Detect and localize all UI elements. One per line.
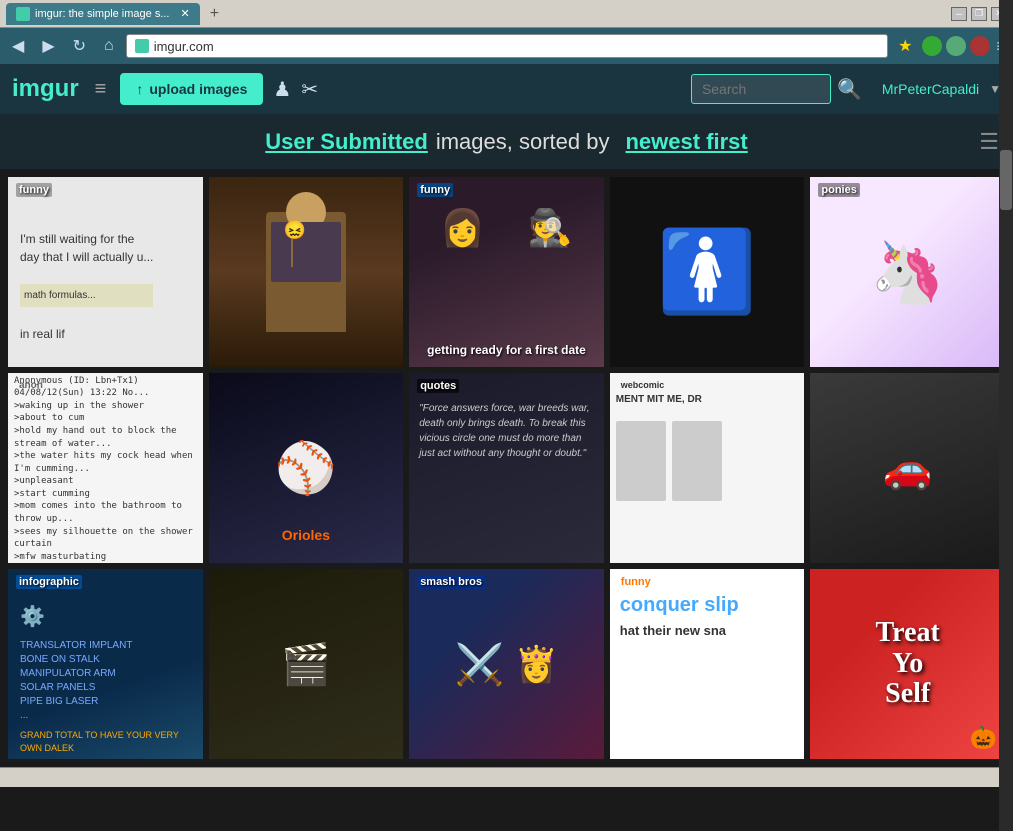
gallery-item-6[interactable]: anon Anonymous (ID: Lbn+Tx1) 04/08/12(Su…: [8, 373, 203, 563]
hero-strip: User Submitted images, sorted by newest …: [0, 114, 1013, 169]
gallery-img-4: 🚺: [610, 177, 805, 367]
gallery-text-6: Anonymous (ID: Lbn+Tx1) 04/08/12(Sun) 13…: [14, 375, 197, 563]
ext-icon-2[interactable]: [946, 36, 966, 56]
gallery-item-9[interactable]: webcomic MENT MIT ME, DR: [610, 373, 805, 563]
gallery-img-2: 😖: [209, 177, 404, 367]
newest-first-link[interactable]: newest first: [625, 129, 747, 155]
gallery-img-8: quotes "Force answers force, war breeds …: [409, 373, 604, 563]
tab-title: imgur: the simple image s...: [35, 8, 170, 20]
imgur-logo: imgur: [12, 75, 79, 103]
gallery-img-9: webcomic MENT MIT ME, DR: [610, 373, 805, 563]
search-icon[interactable]: 🔍: [837, 77, 862, 102]
gallery-item-4[interactable]: 🚺: [610, 177, 805, 367]
extension-icons: [922, 36, 990, 56]
upload-icon: ↑: [136, 81, 143, 97]
image-gallery: funny I'm still waiting for theday that …: [0, 169, 1013, 767]
gallery-item-14[interactable]: funny conquer slip hat their new sna: [610, 569, 805, 759]
scrollbar-thumb[interactable]: [1000, 150, 1012, 210]
gallery-item-10[interactable]: 🚗: [810, 373, 1005, 563]
gallery-img-10: 🚗: [810, 373, 1005, 563]
home-button[interactable]: ⌂: [98, 35, 120, 57]
tab-close[interactable]: ✕: [181, 7, 190, 20]
gallery-img-3: funny getting ready for a first date 👩 🕵…: [409, 177, 604, 367]
ext-icon-1[interactable]: [922, 36, 942, 56]
address-bar[interactable]: imgur.com: [126, 34, 888, 58]
list-view-icon[interactable]: ☰: [979, 129, 999, 155]
window-chrome: imgur: the simple image s... ✕ + ─ ❐ ✕: [0, 0, 1013, 28]
gallery-item-12[interactable]: 🎬: [209, 569, 404, 759]
pumpkin-icon: 🎃: [970, 725, 997, 751]
car-icon: 🚗: [883, 445, 933, 492]
gallery-img-13: smash bros ⚔️ 👸: [409, 569, 604, 759]
gallery-item-1[interactable]: funny I'm still waiting for theday that …: [8, 177, 203, 367]
minimize-button[interactable]: ─: [951, 7, 967, 21]
browser-tab[interactable]: imgur: the simple image s... ✕: [6, 3, 200, 25]
gallery-item-2[interactable]: 😖: [209, 177, 404, 367]
baseball-icon: ⚾: [275, 439, 337, 498]
gallery-item-11[interactable]: infographic ⚙️ TRANSLATOR IMPLANTBONE ON…: [8, 569, 203, 759]
gallery-tag-8: quotes: [417, 379, 459, 393]
gallery-img-15: TreatYoSelf 🎃: [810, 569, 1005, 759]
treat-yo-self-text: TreatYoSelf: [876, 618, 940, 710]
gallery-tag-5: ponies: [818, 183, 859, 197]
gallery-item-8[interactable]: quotes "Force answers force, war breeds …: [409, 373, 604, 563]
address-favicon: [135, 39, 149, 53]
gallery-tag-9: webcomic: [618, 379, 668, 391]
gallery-tag-6: anon: [16, 379, 46, 392]
gallery-item-11-overlay: infographic ⚙️ TRANSLATOR IMPLANTBONE ON…: [8, 569, 203, 759]
gallery-tag-14: funny: [618, 575, 654, 589]
movie-icon: 🎬: [281, 641, 331, 688]
navigation-bar: ◀ ▶ ↻ ⌂ imgur.com ★ ≡: [0, 28, 1013, 64]
gallery-text-11: ⚙️ TRANSLATOR IMPLANTBONE ON STALKMANIPU…: [20, 603, 191, 754]
username[interactable]: MrPeterCapaldi: [882, 81, 979, 97]
url-text: imgur.com: [154, 39, 214, 54]
gallery-tag-11: infographic: [16, 575, 82, 589]
treat-yo-self-container: TreatYoSelf: [876, 618, 940, 710]
new-tab-button[interactable]: +: [210, 5, 219, 23]
gallery-img-14: funny conquer slip hat their new sna: [610, 569, 805, 759]
ext-icon-3[interactable]: [970, 36, 990, 56]
user-submitted-link[interactable]: User Submitted: [265, 129, 428, 155]
scrollbar[interactable]: [999, 0, 1013, 831]
reload-button[interactable]: ↻: [67, 34, 92, 58]
shuffle-icon[interactable]: ✂: [301, 77, 318, 102]
gallery-tag-1: funny: [16, 183, 52, 197]
gallery-item-5[interactable]: ponies 🦄: [810, 177, 1005, 367]
bookmark-button[interactable]: ★: [898, 36, 912, 56]
gallery-img-5: 🦄: [810, 177, 1005, 367]
gallery-figures-13: ⚔️ 👸: [409, 569, 604, 759]
gallery-item-13[interactable]: smash bros ⚔️ 👸: [409, 569, 604, 759]
tab-bar: imgur: the simple image s... ✕ +: [6, 3, 219, 25]
silhouette-figure: 🚺: [657, 225, 757, 319]
hamburger-menu[interactable]: ≡: [95, 78, 107, 101]
back-button[interactable]: ◀: [6, 34, 30, 58]
pony-emoji: 🦄: [870, 237, 945, 308]
gallery-img-12: 🎬: [209, 569, 404, 759]
gallery-tag-13: smash bros: [417, 575, 485, 589]
status-bar: [0, 767, 1013, 787]
gallery-item-1-overlay: funny I'm still waiting for theday that …: [8, 177, 203, 367]
gallery-tag-3: funny: [417, 183, 453, 197]
orioles-text: Orioles: [282, 527, 330, 543]
hero-plain-text: images, sorted by: [436, 129, 610, 155]
gallery-text-9: MENT MIT ME, DR: [610, 373, 805, 521]
search-input[interactable]: [691, 74, 831, 104]
gallery-item-7[interactable]: ⚾ Orioles: [209, 373, 404, 563]
upload-label: upload images: [149, 81, 247, 97]
upload-button[interactable]: ↑ upload images: [120, 73, 263, 105]
restore-button[interactable]: ❐: [971, 7, 987, 21]
gallery-item-15[interactable]: TreatYoSelf 🎃: [810, 569, 1005, 759]
search-area: 🔍: [691, 74, 862, 104]
user-nav-icon[interactable]: ♟: [273, 77, 291, 102]
gallery-item-6-overlay: anon Anonymous (ID: Lbn+Tx1) 04/08/12(Su…: [8, 373, 203, 563]
gallery-text-1: I'm still waiting for theday that I will…: [20, 230, 153, 343]
gallery-text-3: getting ready for a first date: [409, 343, 604, 357]
gallery-img-7: ⚾ Orioles: [209, 373, 404, 563]
forward-button[interactable]: ▶: [36, 34, 60, 58]
tab-favicon: [16, 7, 30, 21]
figure-2: 😖: [266, 212, 346, 332]
imgur-toolbar: imgur ≡ ↑ upload images ♟ ✂ 🔍 MrPeterCap…: [0, 64, 1013, 114]
gallery-item-3[interactable]: funny getting ready for a first date 👩 🕵…: [409, 177, 604, 367]
